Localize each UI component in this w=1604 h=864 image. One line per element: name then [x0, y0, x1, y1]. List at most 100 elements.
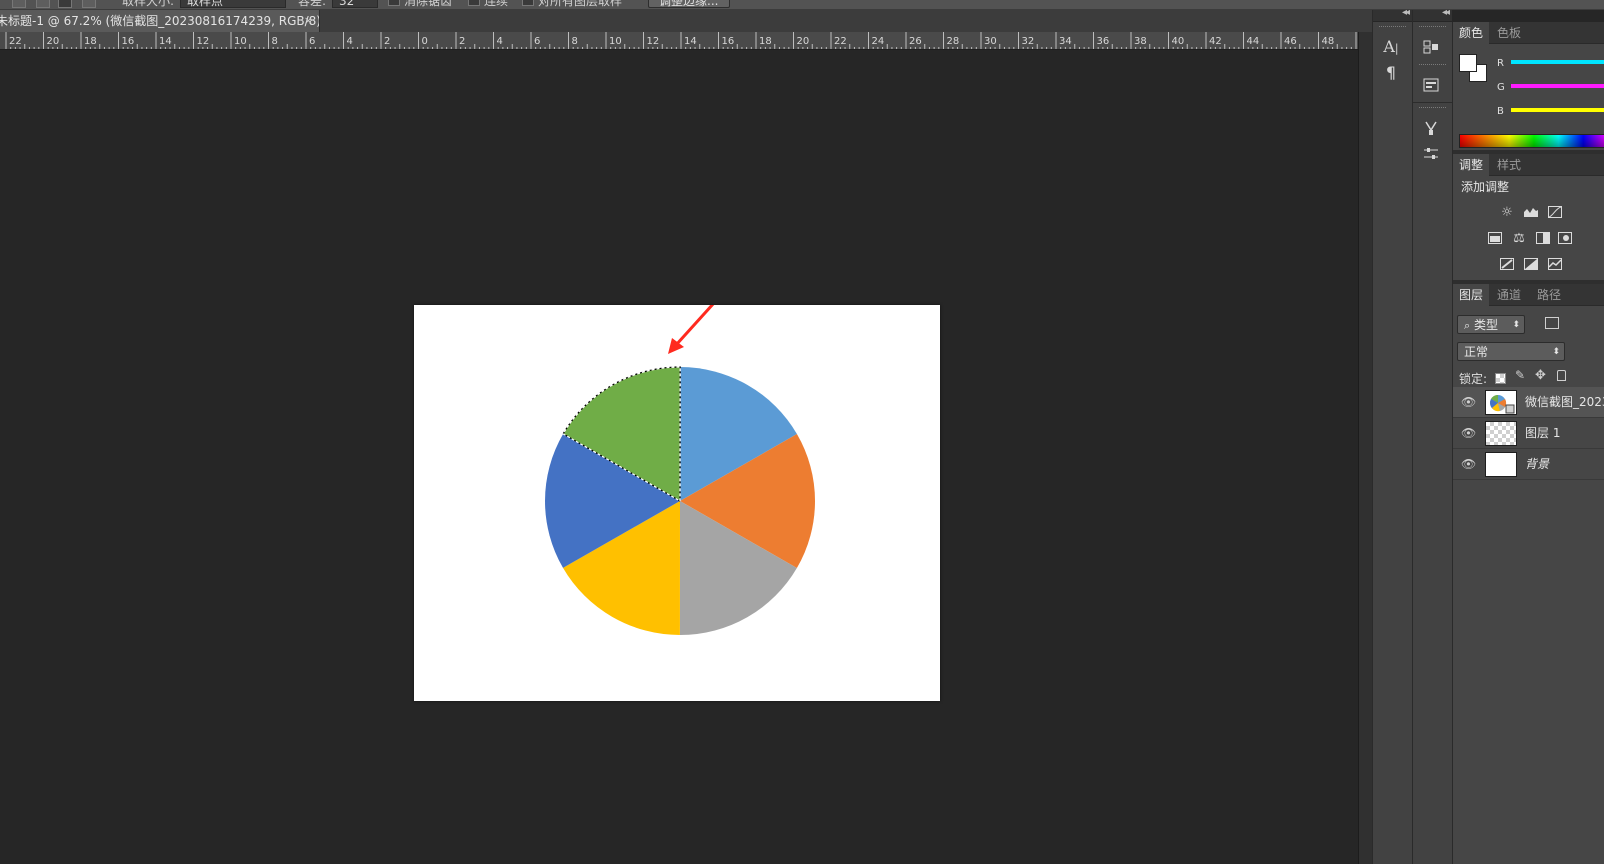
dock-grip-3[interactable]: [1419, 64, 1446, 72]
ruler-label: 2: [459, 36, 465, 47]
antialias-checkbox[interactable]: [388, 0, 400, 6]
ruler-label: 16: [722, 36, 735, 47]
channel-r-slider[interactable]: [1511, 60, 1604, 64]
ruler-label: 16: [122, 36, 135, 47]
chevron-updown-icon-2: ⬍: [1552, 347, 1560, 357]
tab-styles[interactable]: 样式: [1491, 154, 1527, 176]
color-balance-icon[interactable]: ⚖: [1511, 232, 1527, 246]
ruler-label: 14: [159, 36, 172, 47]
add-adjustment-heading: 添加调整: [1461, 180, 1510, 194]
collapse-arrows-icon-2[interactable]: ◂◂: [1442, 7, 1450, 18]
refine-edge-button[interactable]: 调整边缘...: [648, 0, 730, 8]
sample-size-select[interactable]: 取样点: [180, 0, 286, 8]
document-tab-title: 未标题-1 @ 67.2% (微信截图_20230816174239, RGB/…: [0, 14, 320, 28]
document-canvas[interactable]: [414, 305, 940, 701]
layer-name: 图层 1: [1525, 426, 1561, 440]
visibility-eye-icon[interactable]: 👁︎: [1461, 426, 1476, 440]
sample-size-label: 取样大小:: [122, 0, 175, 8]
properties-glyph: [1423, 78, 1439, 92]
dock-grip-2[interactable]: [1419, 26, 1446, 34]
ruler-label: 42: [1209, 36, 1222, 47]
layer-comps-icon[interactable]: [1413, 34, 1449, 60]
close-tab-icon[interactable]: ×: [304, 10, 313, 32]
layer-row[interactable]: 👁︎ 微信截图_20230816174239: [1453, 387, 1604, 418]
dock-grip[interactable]: [1379, 26, 1406, 34]
channel-g-slider[interactable]: [1511, 84, 1604, 88]
curves-icon[interactable]: [1547, 206, 1563, 220]
lock-move-icon[interactable]: ✥: [1535, 368, 1546, 383]
intersect-selection-button[interactable]: [82, 0, 96, 8]
black-white-icon[interactable]: [1535, 232, 1551, 246]
ruler-label: 20: [47, 36, 60, 47]
ruler-label: 48: [1322, 36, 1335, 47]
visibility-eye-icon[interactable]: 👁︎: [1461, 395, 1476, 409]
document-tab[interactable]: 未标题-1 @ 67.2% (微信截图_20230816174239, RGB/…: [0, 10, 320, 32]
invert-icon[interactable]: [1499, 258, 1515, 272]
levels-icon[interactable]: [1523, 206, 1539, 220]
ruler-label: 26: [909, 36, 922, 47]
dock-collapse-bar[interactable]: ◂◂: [1373, 7, 1412, 22]
properties-icon[interactable]: [1413, 72, 1449, 98]
visibility-eye-icon[interactable]: 👁︎: [1461, 457, 1476, 471]
lock-transparent-icon[interactable]: [1495, 373, 1506, 384]
ruler-label: 22: [9, 36, 22, 47]
layer-filter-label: 类型: [1474, 318, 1499, 332]
ruler-label: 38: [1134, 36, 1147, 47]
ruler-label: 0: [422, 36, 428, 47]
tab-paths[interactable]: 路径: [1531, 284, 1567, 306]
layer-row[interactable]: 👁︎ 图层 1: [1453, 418, 1604, 449]
tool-presets-icon[interactable]: [1413, 115, 1449, 141]
vibrance-glyph: [1488, 232, 1502, 244]
black-white-glyph: [1536, 232, 1550, 244]
ruler-label: 6: [309, 36, 315, 47]
layer-filter-select[interactable]: ⌕ 类型 ⬍: [1457, 315, 1525, 334]
brush-presets-icon[interactable]: [1413, 141, 1449, 167]
ruler-label: 2: [384, 36, 390, 47]
add-to-selection-button[interactable]: [36, 0, 50, 8]
tab-swatches[interactable]: 色板: [1491, 22, 1527, 44]
tab-adjustments[interactable]: 调整: [1453, 154, 1490, 176]
lock-all-icon[interactable]: [1557, 370, 1566, 381]
contiguous-checkbox[interactable]: [468, 0, 480, 6]
right-panels: 颜色 色板 R G B 调整 样式 添加调整 ☼ ⚖ 图层 通道 路径 ⌕ 类型…: [1452, 22, 1604, 864]
selective-color-icon[interactable]: [1547, 258, 1563, 272]
document-tab-bar: 未标题-1 @ 67.2% (微信截图_20230816174239, RGB/…: [0, 10, 1372, 32]
ruler-label: 12: [647, 36, 660, 47]
layer-row[interactable]: 👁︎ 背景: [1453, 449, 1604, 480]
image-filter-icon[interactable]: [1545, 317, 1559, 329]
subtract-from-selection-button[interactable]: [58, 0, 72, 8]
tolerance-input[interactable]: 32: [332, 0, 378, 8]
blend-mode-select[interactable]: 正常 ⬍: [1457, 342, 1565, 361]
contiguous-label: 连续: [484, 0, 509, 8]
ruler-label: 22: [834, 36, 847, 47]
foreground-color-swatch[interactable]: [1459, 54, 1477, 72]
vertical-scrollbar[interactable]: [1358, 32, 1372, 864]
collapse-arrows-icon[interactable]: ◂◂: [1402, 7, 1410, 18]
paragraph-icon[interactable]: ¶: [1373, 60, 1409, 86]
tab-channels[interactable]: 通道: [1491, 284, 1527, 306]
channel-b-slider[interactable]: [1511, 108, 1604, 112]
dock-grip-4[interactable]: [1419, 107, 1446, 115]
adjustments-panel: 调整 样式 添加调整 ☼ ⚖: [1453, 154, 1604, 284]
dock-collapse-bar-2[interactable]: ◂◂: [1413, 7, 1452, 22]
pie-image: [545, 305, 816, 635]
options-bar: 取样大小: 取样点 容差: 32 消除锯齿 连续 对所有图层取样 调整边缘...: [0, 0, 1604, 10]
gradient-map-icon[interactable]: [1523, 258, 1539, 272]
ruler-label: 18: [84, 36, 97, 47]
lock-paint-icon[interactable]: ✎: [1515, 368, 1525, 382]
vibrance-icon[interactable]: [1487, 232, 1503, 246]
ruler-label: 34: [1059, 36, 1072, 47]
ruler-label: 8: [272, 36, 278, 47]
photo-filter-icon[interactable]: [1557, 232, 1573, 246]
brightness-icon[interactable]: ☼: [1499, 206, 1515, 220]
tab-layers[interactable]: 图层: [1453, 284, 1490, 306]
sample-all-layers-label: 对所有图层取样: [538, 0, 623, 8]
color-spectrum[interactable]: [1459, 134, 1604, 148]
channel-g-label: G: [1497, 82, 1505, 93]
tab-color[interactable]: 颜色: [1453, 22, 1490, 44]
channel-b-label: B: [1497, 106, 1504, 117]
ruler-label: 10: [234, 36, 247, 47]
new-selection-button[interactable]: [12, 0, 26, 8]
character-icon[interactable]: A|: [1373, 34, 1409, 60]
sample-all-layers-checkbox[interactable]: [522, 0, 534, 6]
